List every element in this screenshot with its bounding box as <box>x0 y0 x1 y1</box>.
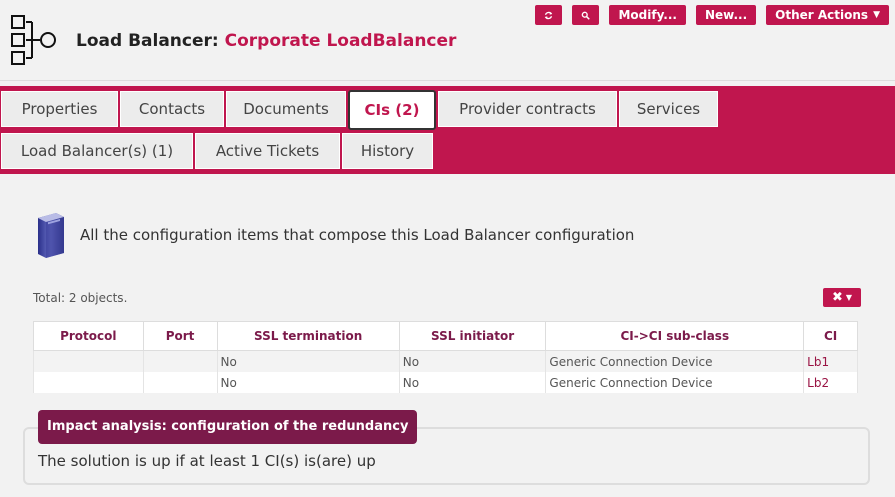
intro-section: All the configuration items that compose… <box>34 210 634 260</box>
cell-ssl-termination: No <box>216 372 400 393</box>
list-actions-button[interactable]: ✖ ▼ <box>823 288 861 307</box>
load-balancer-icon <box>11 15 56 65</box>
cell-subclass: Generic Connection Device <box>545 372 805 393</box>
tab-services[interactable]: Services <box>619 91 718 127</box>
tab-content: All the configuration items that compose… <box>0 174 895 497</box>
cell-protocol <box>33 350 144 372</box>
tab-properties[interactable]: Properties <box>1 91 118 127</box>
column-header-port[interactable]: Port <box>142 321 218 351</box>
column-header-subclass[interactable]: CI->CI sub-class <box>545 321 805 351</box>
page-title: Load Balancer: Corporate LoadBalancer <box>76 31 456 51</box>
cell-protocol <box>33 372 144 393</box>
database-icon <box>38 213 64 258</box>
cell-port <box>142 350 218 372</box>
refresh-button[interactable] <box>535 5 563 25</box>
caret-down-icon: ▼ <box>845 293 853 302</box>
column-header-ssl-initiator[interactable]: SSL initiator <box>398 321 547 351</box>
column-header-ci[interactable]: CI <box>803 321 858 351</box>
cell-ssl-termination: No <box>216 350 400 372</box>
cell-subclass: Generic Connection Device <box>545 350 805 372</box>
impact-text: The solution is up if at least 1 CI(s) i… <box>38 452 376 470</box>
page-header: Load Balancer: Corporate LoadBalancer Mo… <box>0 0 895 81</box>
tools-icon: ✖ <box>831 290 843 305</box>
new-button[interactable]: New... <box>695 5 757 25</box>
modify-button[interactable]: Modify... <box>609 5 686 25</box>
cell-ssl-initiator: No <box>398 350 547 372</box>
tab-documents[interactable]: Documents <box>226 91 346 127</box>
cell-ssl-initiator: No <box>398 372 547 393</box>
intro-text: All the configuration items that compose… <box>80 226 635 244</box>
column-header-ssl-termination[interactable]: SSL termination <box>216 321 400 351</box>
table-header-row: Protocol Port SSL termination SSL initia… <box>33 321 858 351</box>
tab-cis[interactable]: CIs (2) <box>348 90 436 130</box>
cell-ci-link[interactable]: Lb1 <box>803 350 858 372</box>
impact-title: Impact analysis: configuration of the re… <box>38 410 418 444</box>
tab-contacts[interactable]: Contacts <box>120 91 224 127</box>
refresh-icon <box>545 11 553 19</box>
column-header-protocol[interactable]: Protocol <box>33 321 144 351</box>
tab-active-tickets[interactable]: Active Tickets <box>195 133 340 169</box>
table-row: No No Generic Connection Device Lb1 <box>33 350 858 372</box>
action-toolbar: Modify... New... Other Actions ▼ <box>535 5 889 25</box>
ci-table: Protocol Port SSL termination SSL initia… <box>33 321 858 393</box>
cell-port <box>142 372 218 393</box>
cell-ci-link[interactable]: Lb2 <box>803 372 858 393</box>
search-button[interactable] <box>572 5 600 25</box>
caret-down-icon: ▼ <box>873 10 880 20</box>
list-total: Total: 2 objects. <box>33 291 128 305</box>
tab-load-balancers[interactable]: Load Balancer(s) (1) <box>1 133 193 169</box>
other-actions-label: Other Actions <box>775 8 869 22</box>
tab-bar: Properties Contacts Documents CIs (2) Pr… <box>0 86 895 174</box>
search-icon <box>582 11 591 20</box>
table-row: No No Generic Connection Device Lb2 <box>33 372 858 393</box>
other-actions-button[interactable]: Other Actions ▼ <box>766 5 889 25</box>
tab-history[interactable]: History <box>342 133 433 169</box>
object-name: Corporate LoadBalancer <box>224 31 457 51</box>
object-type-label: Load Balancer: <box>76 31 219 51</box>
tab-provider-contracts[interactable]: Provider contracts <box>438 91 617 127</box>
